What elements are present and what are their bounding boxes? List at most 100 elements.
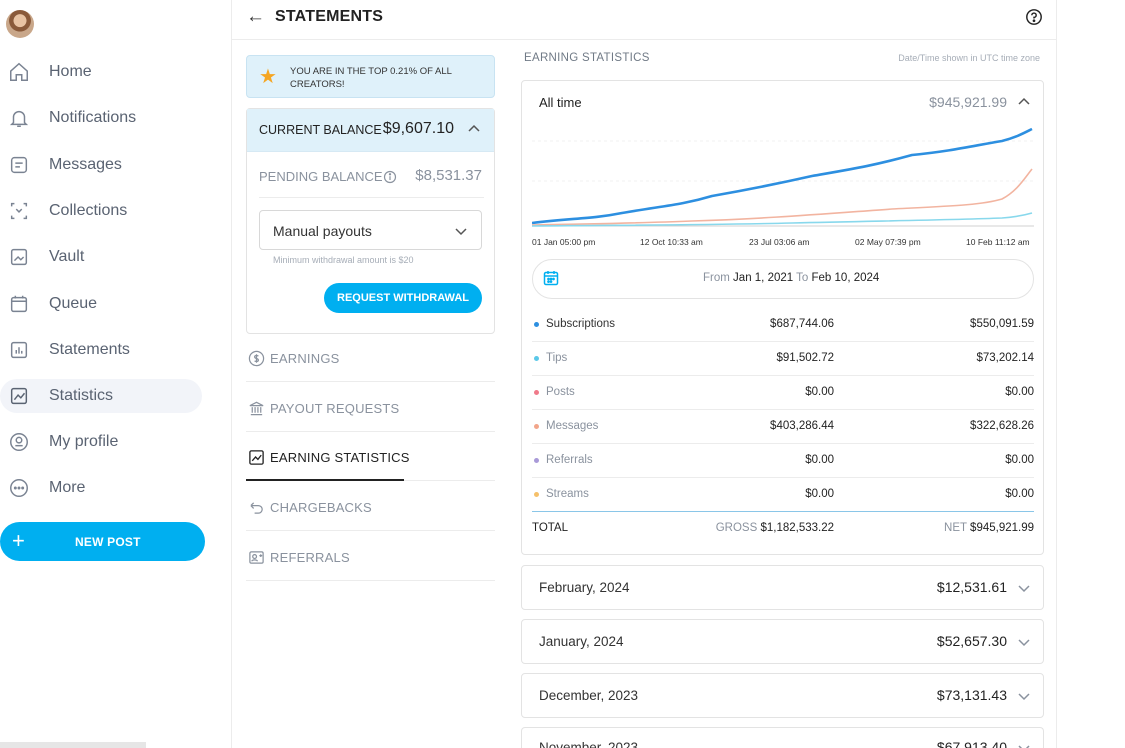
legend-dot	[534, 356, 539, 361]
statements-icon	[8, 339, 30, 361]
profile-icon	[8, 431, 30, 453]
sidebar-item-label: Collections	[49, 202, 128, 219]
row-net: $550,091.59	[970, 318, 1034, 330]
sidebar-item-label: My profile	[49, 433, 119, 450]
menu-item-referrals[interactable]: REFERRALS	[246, 532, 495, 581]
sidebar-item-label: Vault	[49, 248, 85, 265]
dollar-circle-icon	[248, 350, 265, 367]
banner-text: YOU ARE IN THE TOP 0.21% OF ALL CREATORS…	[290, 66, 452, 90]
row-net: $0.00	[1005, 386, 1034, 398]
sidebar-item-statistics[interactable]: Statistics	[0, 379, 202, 413]
date-range-picker[interactable]: From Jan 1, 2021 To Feb 10, 2024	[532, 259, 1034, 299]
message-icon	[8, 154, 30, 176]
sidebar-item-home[interactable]: Home	[0, 55, 202, 89]
row-net: $322,628.26	[970, 420, 1034, 432]
bell-icon	[8, 107, 30, 129]
sidebar-item-vault[interactable]: Vault	[0, 240, 202, 274]
legend-dot	[534, 424, 539, 429]
calendar-icon	[8, 293, 30, 315]
avatar[interactable]	[6, 10, 34, 38]
sidebar-item-messages[interactable]: Messages	[0, 148, 202, 182]
chevron-down-icon[interactable]	[1016, 580, 1032, 596]
period-label[interactable]: All time	[539, 95, 582, 110]
row-net: $0.00	[1005, 488, 1034, 500]
sidebar-item-notifications[interactable]: Notifications	[0, 101, 202, 135]
month-label: January, 2024	[539, 634, 624, 649]
row-name: Tips	[546, 352, 568, 364]
menu-item-chargebacks[interactable]: CHARGEBACKS	[246, 482, 495, 531]
chart-icon	[248, 449, 265, 466]
pending-balance-label: PENDING BALANCE	[259, 169, 383, 184]
net-label: NET	[944, 522, 967, 534]
chevron-down-icon[interactable]	[1016, 740, 1032, 748]
table-row: Posts $0.00 $0.00	[532, 376, 1034, 410]
chevron-up-icon[interactable]	[466, 121, 482, 137]
from-label: From	[703, 272, 730, 284]
current-balance-label: CURRENT BALANCE	[259, 123, 382, 137]
from-date: Jan 1, 2021	[733, 272, 794, 284]
month-value: $67,913.40	[936, 739, 1007, 748]
to-date: Feb 10, 2024	[811, 272, 880, 284]
sidebar-item-more[interactable]: More	[0, 471, 202, 505]
sidebar-item-collections[interactable]: Collections	[0, 194, 202, 228]
x-tick-label: 01 Jan 05:00 pm	[532, 237, 596, 247]
month-row-november-2023[interactable]: November, 2023 $67,913.40	[521, 727, 1044, 748]
row-name: Referrals	[546, 454, 593, 466]
month-label: December, 2023	[539, 688, 639, 703]
total-label: TOTAL	[532, 522, 568, 534]
payout-method-select[interactable]: Manual payouts	[259, 210, 482, 250]
menu-item-earnings[interactable]: EARNINGS	[246, 333, 495, 382]
subscriptions-line	[532, 127, 1033, 225]
month-row-december-2023[interactable]: December, 2023 $73,131.43	[521, 673, 1044, 718]
sidebar-item-label: Queue	[49, 295, 98, 312]
earnings-line-chart[interactable]	[532, 121, 1034, 231]
back-arrow-icon[interactable]: ←	[246, 6, 265, 28]
info-icon[interactable]	[383, 170, 397, 184]
new-post-button[interactable]: + NEW POST	[0, 522, 205, 561]
legend-dot	[534, 322, 539, 327]
earning-statistics-heading: EARNING STATISTICS	[524, 52, 650, 64]
pending-balance-value: $8,531.37	[415, 167, 482, 184]
total-net: NET $945,921.99	[944, 522, 1034, 534]
payout-method-value: Manual payouts	[273, 223, 372, 239]
sidebar-item-my-profile[interactable]: My profile	[0, 425, 202, 459]
current-balance-header[interactable]: CURRENT BALANCE $9,607.10	[247, 109, 494, 152]
chevron-down-icon	[453, 223, 469, 239]
sidebar-item-label: Notifications	[49, 109, 137, 126]
period-total: $945,921.99	[929, 94, 1007, 110]
menu-item-earning-statistics[interactable]: EARNING STATISTICS	[246, 432, 495, 481]
help-icon[interactable]	[1025, 8, 1043, 26]
row-gross: $687,744.06	[770, 318, 834, 330]
chevron-down-icon[interactable]	[1016, 688, 1032, 704]
home-icon	[8, 61, 30, 83]
row-name: Messages	[546, 420, 599, 432]
timezone-note: Date/Time shown in UTC time zone	[898, 53, 1040, 63]
calendar-icon[interactable]	[542, 269, 560, 287]
sidebar-item-label: Messages	[49, 156, 122, 173]
request-withdrawal-button[interactable]: REQUEST WITHDRAWAL	[324, 283, 482, 313]
bank-icon	[248, 400, 265, 417]
menu-item-label: CHARGEBACKS	[270, 500, 372, 515]
gross-label: GROSS	[715, 522, 758, 534]
bottom-strip	[0, 742, 146, 748]
sidebar-item-label: More	[49, 479, 86, 496]
collections-icon	[8, 200, 30, 222]
month-value: $73,131.43	[936, 687, 1007, 703]
table-row: Streams $0.00 $0.00	[532, 478, 1034, 512]
sidebar-item-statements[interactable]: Statements	[0, 333, 202, 367]
new-post-label: NEW POST	[75, 534, 141, 549]
month-label: February, 2024	[539, 580, 630, 595]
row-net: $0.00	[1005, 454, 1034, 466]
legend-dot	[534, 458, 539, 463]
table-row: Messages $403,286.44 $322,628.26	[532, 410, 1034, 444]
total-net-value: $945,921.99	[970, 522, 1034, 534]
chevron-up-icon[interactable]	[1016, 94, 1032, 110]
menu-item-label: EARNINGS	[270, 351, 340, 366]
month-row-january-2024[interactable]: January, 2024 $52,657.30	[521, 619, 1044, 664]
chevron-down-icon[interactable]	[1016, 634, 1032, 650]
sidebar-item-queue[interactable]: Queue	[0, 287, 202, 321]
menu-item-payout-requests[interactable]: PAYOUT REQUESTS	[246, 383, 495, 432]
table-row: Tips $91,502.72 $73,202.14	[532, 342, 1034, 376]
more-icon	[8, 477, 30, 499]
month-row-february-2024[interactable]: February, 2024 $12,531.61	[521, 565, 1044, 610]
